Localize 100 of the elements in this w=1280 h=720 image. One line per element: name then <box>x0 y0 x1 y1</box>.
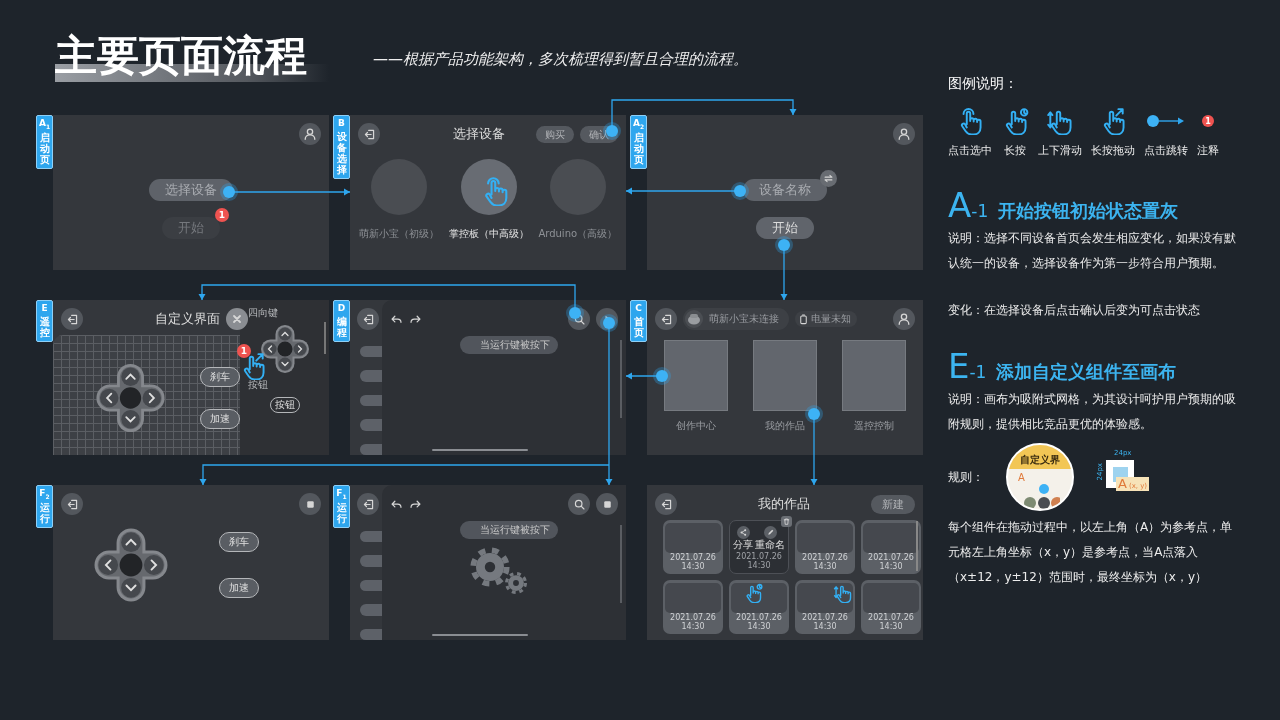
note-title: 开始按钮初始状态置灰 <box>998 199 1179 223</box>
note-letter: E <box>948 349 970 383</box>
stop-button[interactable] <box>299 493 321 515</box>
work-date: 2021.07.26 14:30 <box>801 613 849 631</box>
work-tile[interactable]: 2021.07.26 14:30 <box>795 520 855 574</box>
exit-icon <box>659 312 673 326</box>
flow-arrow-icon <box>1146 114 1186 128</box>
swipe-gesture-icon <box>833 583 853 603</box>
flow-arrow <box>625 367 671 385</box>
note-index: -1 <box>969 362 987 382</box>
control-button[interactable]: 刹车 <box>200 366 240 387</box>
work-date: 2021.07.26 14:30 <box>735 552 783 570</box>
work-tile[interactable]: 2021.07.26 14:30 <box>861 520 921 574</box>
exit-icon <box>362 127 376 141</box>
device-label: 萌新小宝（初级） <box>358 227 439 241</box>
code-block[interactable]: 当运行键被按下 <box>460 521 558 539</box>
scrollbar <box>916 521 918 571</box>
rename-icon <box>765 528 775 537</box>
back-button[interactable] <box>358 123 380 145</box>
work-tile[interactable]: 2021.07.26 14:30 <box>663 520 723 574</box>
work-tile[interactable]: 2021.07.26 14:30 <box>795 580 855 634</box>
share-button[interactable] <box>736 526 750 539</box>
work-tile[interactable]: 2021.07.26 14:30 <box>861 580 921 634</box>
device-label: 掌控板（中高级） <box>448 227 529 241</box>
card-label: 创作中心 <box>675 419 716 433</box>
note-letter: A <box>948 188 972 222</box>
device-button[interactable]: 设备名称 <box>743 179 827 201</box>
delete-button[interactable] <box>781 516 792 527</box>
section-label: 四向键 <box>248 306 279 320</box>
legend-label: 长按 <box>1004 143 1026 158</box>
rename-button[interactable] <box>763 526 777 539</box>
tag-label: 编程 <box>336 315 347 338</box>
back-button[interactable] <box>357 308 379 330</box>
work-tile[interactable]: 2021.07.26 14:30 <box>729 580 789 634</box>
robot-avatar <box>685 310 703 328</box>
new-button[interactable]: 新建 <box>871 494 915 514</box>
action-label: 重命名 <box>755 539 785 550</box>
flow-arrow <box>775 236 793 301</box>
exit-icon <box>65 312 79 326</box>
card-label: 遥控控制 <box>854 419 895 433</box>
direction-pad[interactable] <box>259 324 310 374</box>
code-block[interactable]: 当运行键被按下 <box>460 336 558 354</box>
tag-label: 首页 <box>633 315 644 338</box>
back-button[interactable] <box>61 493 83 515</box>
profile-button[interactable] <box>893 123 915 145</box>
screen-title: 我的作品 <box>757 495 811 513</box>
note-badge: 1 <box>1202 115 1214 127</box>
control-button[interactable]: 加速 <box>200 408 240 429</box>
rule-label: 规则： <box>948 468 984 486</box>
tag-label: 设备选择 <box>336 130 347 175</box>
device-button[interactable]: 选择设备 <box>149 179 233 201</box>
tag-label: 运行 <box>39 502 50 525</box>
note-text: 说明：画布为吸附式网格，为其设计呵护用户预期的吸附规则，提供相比竞品更优的体验感。 <box>948 391 1237 433</box>
note-text: 每个组件在拖动过程中，以左上角（A）为参考点，单元格左上角坐标（x，y）是参考点，当A点落入（x±12，y±12）范围时，最终坐标为（x，y） <box>948 519 1234 586</box>
direction-pad[interactable] <box>93 527 169 603</box>
control-button[interactable]: 加速 <box>219 578 259 598</box>
sample-button[interactable]: 按钮 <box>269 397 300 413</box>
back-button[interactable] <box>655 308 677 330</box>
profile-button[interactable] <box>299 123 321 145</box>
exit-icon <box>361 497 375 511</box>
status-text: 萌新小宝未连接 <box>709 312 779 326</box>
header-button[interactable]: 购买 <box>536 125 574 143</box>
search-button[interactable] <box>568 493 590 515</box>
back-button[interactable] <box>357 493 379 515</box>
tag-code: F$_{1}$ <box>336 489 347 501</box>
tag-code: B <box>338 119 345 129</box>
tag-label: 遥控 <box>39 315 50 338</box>
point-label: A <box>1118 477 1127 491</box>
start-button[interactable]: 开始 <box>756 217 814 239</box>
tag-label: 运行 <box>336 502 347 525</box>
control-button[interactable]: 刹车 <box>219 532 259 552</box>
tag-code: C <box>635 304 642 314</box>
work-tile[interactable]: 2021.07.26 14:30 <box>663 580 723 634</box>
close-icon <box>231 313 243 325</box>
slide-subtitle: ——根据产品功能架构，多次梳理得到暂且合理的流程。 <box>373 50 748 69</box>
work-date: 2021.07.26 14:30 <box>867 553 915 571</box>
action-label: 分享 <box>733 539 753 550</box>
device-label: Arduino（高级） <box>538 227 618 241</box>
work-date: 2021.07.26 14:30 <box>801 553 849 571</box>
note-index: -1 <box>971 201 989 221</box>
tag-code: E <box>41 304 48 314</box>
share-icon <box>738 528 748 537</box>
stop-button[interactable] <box>596 493 618 515</box>
legend-label: 上下滑动 <box>1038 143 1082 158</box>
card-label: 我的作品 <box>765 419 805 433</box>
work-date: 2021.07.26 14:30 <box>669 613 717 631</box>
note-text: 变化：在选择设备后点击确认后变为可点击状态 <box>948 302 1201 319</box>
legend-label: 注释 <box>1197 143 1219 158</box>
swap-icon <box>823 173 834 184</box>
work-date: 2021.07.26 14:30 <box>735 613 783 631</box>
swap-button[interactable] <box>820 170 837 187</box>
legend-title: 图例说明： <box>948 75 1019 93</box>
work-date: 2021.07.26 14:30 <box>669 553 717 571</box>
profile-button[interactable] <box>893 308 915 330</box>
scrollbar <box>324 322 326 354</box>
back-button[interactable] <box>655 493 677 515</box>
back-button[interactable] <box>61 308 83 330</box>
battery-icon <box>798 313 809 325</box>
close-button[interactable] <box>226 308 248 330</box>
note-text: 说明：选择不同设备首页会发生相应变化，如果没有默认统一的设备，选择设备作为第一步符合用户预期。 <box>948 230 1237 272</box>
